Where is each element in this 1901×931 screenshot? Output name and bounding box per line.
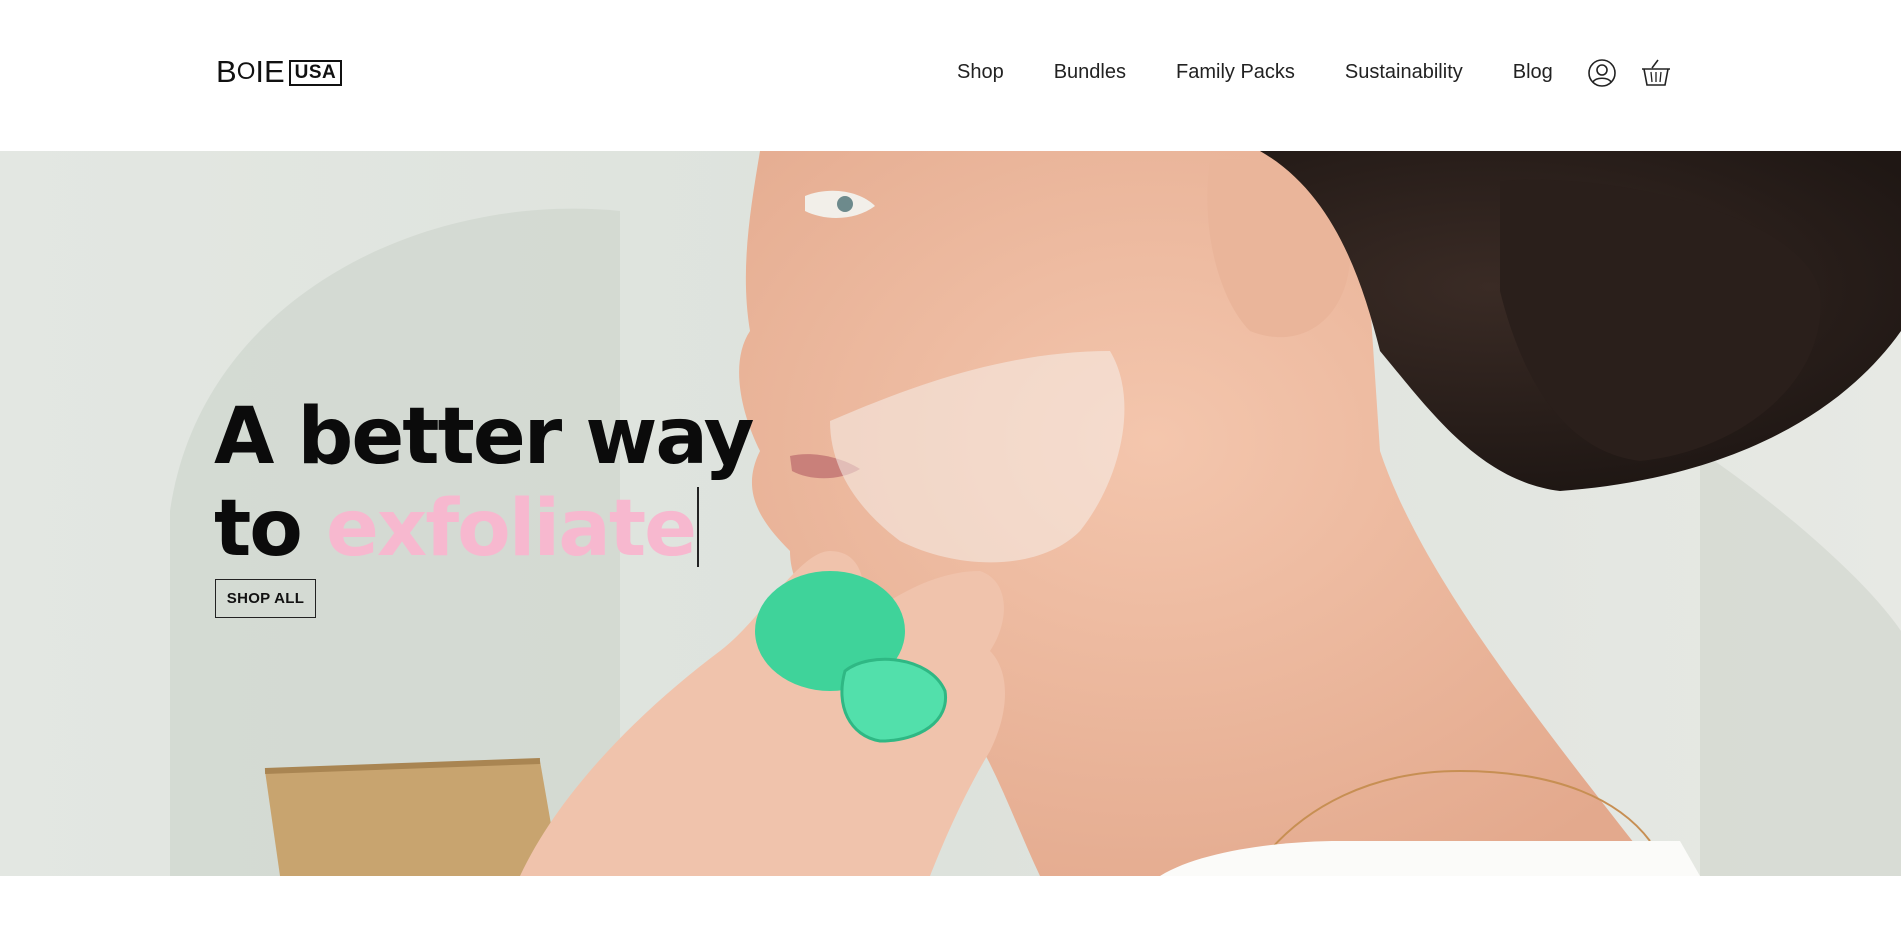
account-icon[interactable] [1585, 56, 1619, 90]
logo-wordmark: BOIE [216, 53, 285, 89]
site-header: BOIE USA Shop Bundles Family Packs Susta… [0, 0, 1901, 151]
hero-headline: A better way to exfoliate [214, 391, 754, 575]
hero-banner: A better way to exfoliate SHOP ALL [0, 151, 1901, 876]
shop-all-button[interactable]: SHOP ALL [215, 579, 316, 618]
headline-to: to [214, 484, 303, 574]
page-below-hero [0, 876, 1901, 931]
nav-item-bundles[interactable]: Bundles [1054, 58, 1126, 86]
headline-line-1: A better way [214, 392, 754, 482]
headline-accent-word: exfoliate [326, 484, 697, 574]
logo-region-badge: USA [288, 60, 343, 86]
nav-item-blog[interactable]: Blog [1513, 58, 1553, 86]
nav-item-family-packs[interactable]: Family Packs [1176, 58, 1295, 86]
nav-item-sustainability[interactable]: Sustainability [1345, 58, 1463, 86]
typing-caret [697, 487, 700, 567]
cart-icon[interactable] [1639, 56, 1673, 90]
nav-item-shop[interactable]: Shop [957, 58, 1004, 86]
headline-line-2: to exfoliate [214, 483, 753, 575]
brand-logo[interactable]: BOIE USA [216, 53, 343, 89]
main-nav: Shop Bundles Family Packs Sustainability… [957, 58, 1553, 86]
